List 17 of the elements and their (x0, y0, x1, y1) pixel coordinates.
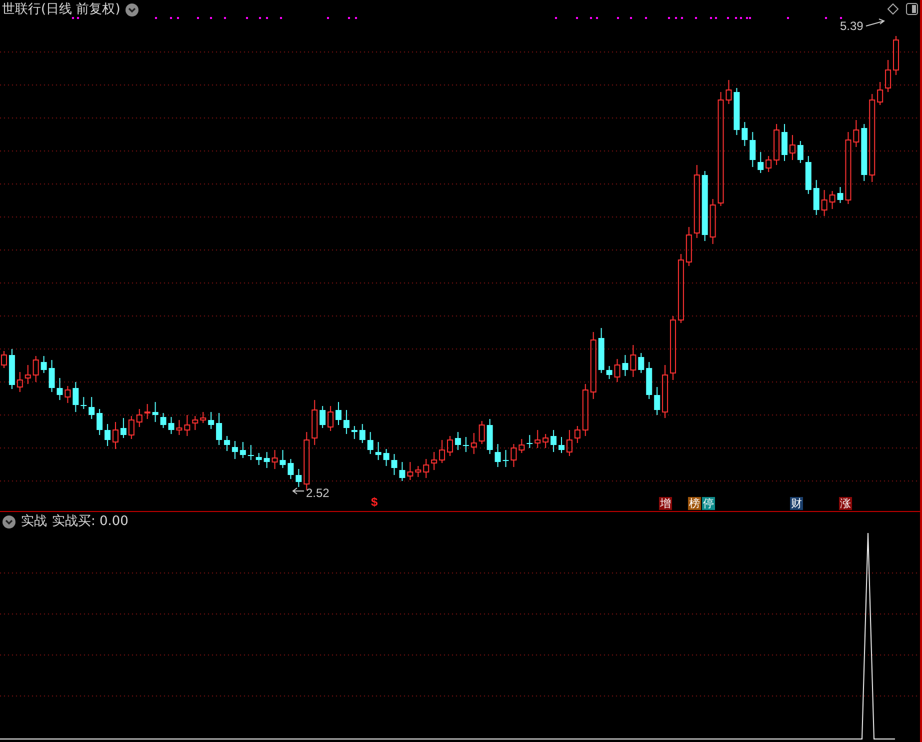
dropdown-icon[interactable] (125, 3, 140, 17)
diamond-icon[interactable] (887, 3, 899, 15)
signal-mark: $ (371, 495, 378, 509)
indicator-name: 实战 (21, 514, 47, 530)
event-tag: 涨 (839, 497, 852, 510)
event-tag: 增 (659, 497, 672, 510)
arrow-icon (866, 18, 886, 26)
chart-title: 世联行(日线 前复权) (2, 2, 120, 18)
event-tag: 停 (702, 497, 715, 510)
low-price-label: 2.52 (306, 486, 330, 500)
high-price-label: 5.39 (840, 19, 864, 33)
indicator-reading: 实战买: 0.00 (52, 514, 128, 530)
dropdown-icon[interactable] (2, 515, 16, 529)
event-tag: 榜 (688, 497, 701, 510)
panel-toggle-icon[interactable] (906, 3, 918, 15)
arrow-icon (292, 488, 304, 494)
event-tag: 财 (790, 497, 803, 510)
